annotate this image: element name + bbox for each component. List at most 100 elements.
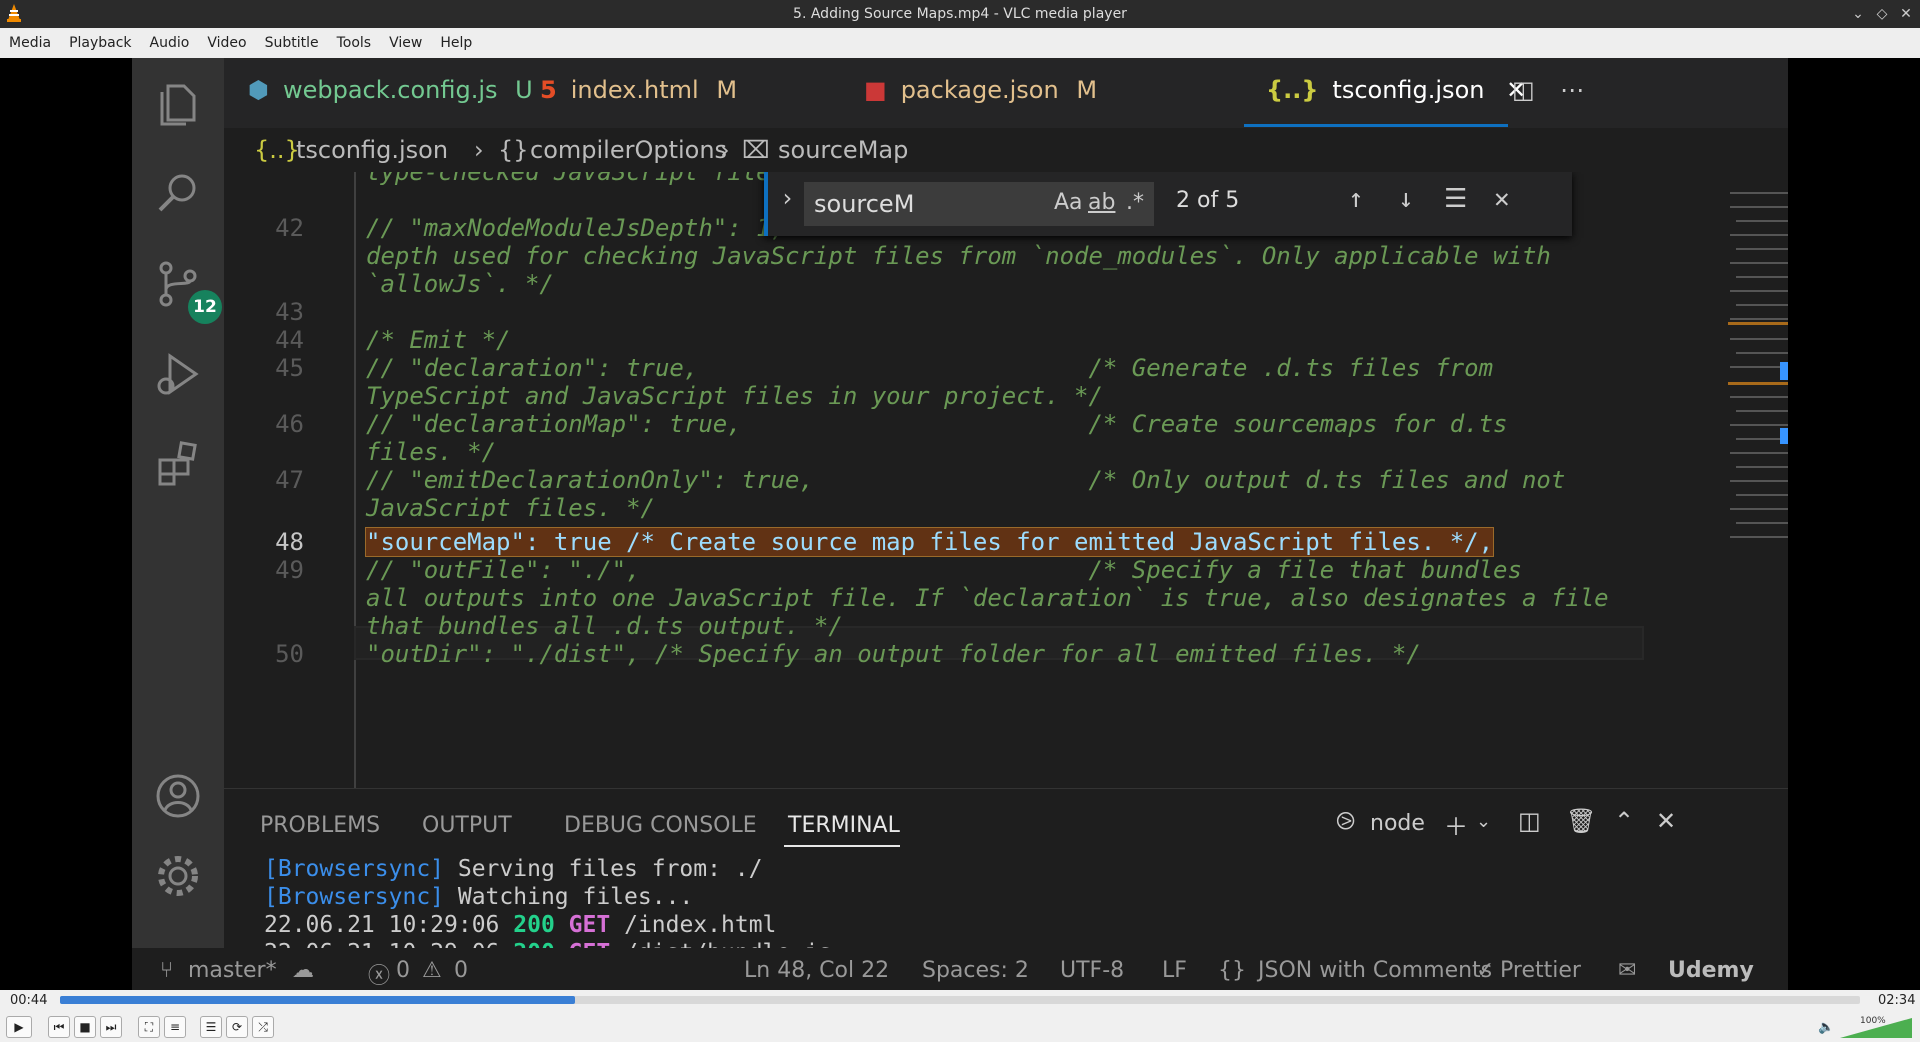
minimap[interactable]	[1724, 182, 1788, 622]
restore-icon[interactable]: ◇	[1872, 4, 1892, 24]
toggle-replace-icon[interactable]: ›	[780, 184, 794, 212]
code-editor[interactable]: type-checked JavaScript file 42 // "maxN…	[224, 172, 1788, 788]
maximize-panel-icon[interactable]: ⌃	[1614, 807, 1634, 835]
find-in-selection-icon[interactable]: ☰	[1444, 184, 1467, 214]
line-number: 42	[275, 214, 304, 242]
branch-name[interactable]: master*	[188, 958, 277, 983]
menu-tools[interactable]: Tools	[328, 28, 381, 58]
tab-status: U	[515, 76, 533, 104]
new-terminal-icon[interactable]: ＋	[1444, 807, 1468, 842]
tab-label: index.html	[570, 76, 699, 104]
tab-status: M	[1076, 76, 1098, 104]
line-number: 46	[275, 410, 304, 438]
encoding[interactable]: UTF-8	[1060, 958, 1124, 983]
explorer-icon[interactable]	[152, 78, 204, 130]
tab-problems[interactable]: PROBLEMS	[260, 813, 380, 838]
menu-video[interactable]: Video	[198, 28, 255, 58]
sync-icon[interactable]: ☁	[292, 958, 314, 983]
manage-gear-icon[interactable]	[152, 850, 204, 902]
log-date: 22.06.21 10:29:06	[264, 912, 500, 938]
minimize-icon[interactable]: ⌄	[1848, 4, 1868, 24]
error-count[interactable]: 0	[396, 958, 410, 983]
fullscreen-icon[interactable]: ⛶	[138, 1016, 160, 1038]
shuffle-icon[interactable]: ⤮	[252, 1016, 274, 1038]
breadcrumb: {..} tsconfig.json › {} compilerOptions …	[224, 128, 1788, 172]
tab-package-json[interactable]: ■ package.json M	[864, 76, 1097, 104]
tab-output[interactable]: OUTPUT	[422, 813, 512, 838]
tab-webpack-config[interactable]: ⬢ webpack.config.js U	[248, 76, 533, 104]
chevron-right-icon: ›	[720, 136, 730, 164]
whole-word-button[interactable]: ab	[1088, 190, 1115, 215]
vscode-window: 12 ⬢ webpack.config.js U 5 index.html M …	[132, 58, 1788, 990]
warning-icon: ⚠	[422, 958, 442, 983]
breadcrumb-sourcemap[interactable]: sourceMap	[778, 136, 908, 164]
split-terminal-icon[interactable]: ◫	[1518, 807, 1541, 835]
search-icon[interactable]	[152, 168, 204, 220]
code-line: // "declarationMap": true, /* Create sou…	[366, 410, 1508, 438]
menu-audio[interactable]: Audio	[141, 28, 199, 58]
warning-count[interactable]: 0	[454, 958, 468, 983]
video-area[interactable]: 12 ⬢ webpack.config.js U 5 index.html M …	[0, 58, 1920, 990]
kill-terminal-icon[interactable]: 🗑	[1566, 807, 1596, 835]
indentation[interactable]: Spaces: 2	[922, 958, 1029, 983]
speaker-icon[interactable]: 🔈	[1818, 1020, 1834, 1035]
stop-icon[interactable]: ■	[74, 1016, 96, 1038]
more-actions-icon[interactable]: ⋯	[1560, 76, 1584, 104]
find-widget: › sourceM Aa ab .* 2 of 5 ↑ ↓ ☰ ✕	[764, 172, 1572, 236]
html-file-icon: 5	[540, 76, 557, 104]
property-icon: ⌧	[742, 136, 770, 164]
accounts-icon[interactable]	[152, 770, 204, 822]
extensions-icon[interactable]	[152, 438, 204, 490]
tab-tsconfig-json[interactable]: {..} tsconfig.json ✕	[1266, 76, 1526, 104]
breadcrumb-compileroptions[interactable]: compilerOptions	[530, 136, 727, 164]
play-icon[interactable]: ▶	[6, 1016, 32, 1038]
close-panel-icon[interactable]: ✕	[1656, 807, 1676, 835]
terminal-dropdown-icon[interactable]: ⌄	[1476, 811, 1491, 832]
menu-media[interactable]: Media	[0, 28, 60, 58]
npm-file-icon: ■	[864, 76, 887, 104]
menu-playback[interactable]: Playback	[60, 28, 140, 58]
volume-level: 100%	[1860, 1016, 1886, 1026]
code-line: "outDir": "./dist", /* Specify an output…	[366, 640, 1421, 668]
cursor-position[interactable]: Ln 48, Col 22	[744, 958, 889, 983]
terminal-name[interactable]: node	[1370, 811, 1425, 836]
close-find-icon[interactable]: ✕	[1494, 184, 1510, 214]
code-line: type-checked JavaScript file	[366, 172, 771, 186]
language-mode[interactable]: JSON with Comments	[1258, 958, 1492, 983]
extended-settings-icon[interactable]: ≡	[164, 1016, 186, 1038]
close-window-icon[interactable]: ✕	[1896, 4, 1916, 24]
loop-icon[interactable]: ⟳	[226, 1016, 248, 1038]
code-line: // "emitDeclarationOnly": true, /* Only …	[366, 466, 1566, 494]
run-debug-icon[interactable]	[152, 348, 204, 400]
tab-index-html[interactable]: 5 index.html M	[540, 76, 737, 104]
prettier-status[interactable]: Prettier	[1500, 958, 1581, 983]
split-editor-icon[interactable]: ◫	[1512, 76, 1535, 104]
end-of-line[interactable]: LF	[1162, 958, 1187, 983]
source-control-badge: 12	[188, 290, 222, 324]
menu-subtitle[interactable]: Subtitle	[256, 28, 328, 58]
breadcrumb-file[interactable]: tsconfig.json	[296, 136, 448, 164]
status-code: 200	[513, 912, 555, 938]
terminal-line: Serving files from: ./	[444, 856, 763, 882]
match-case-button[interactable]: Aa	[1054, 190, 1083, 215]
webpack-file-icon: ⬢	[248, 76, 269, 104]
playlist-icon[interactable]: ☰	[200, 1016, 222, 1038]
code-line: depth used for checking JavaScript files…	[366, 242, 1551, 270]
feedback-icon[interactable]: ✉	[1618, 958, 1636, 983]
next-icon[interactable]: ⏭	[100, 1016, 122, 1038]
line-number: 50	[275, 640, 304, 668]
tab-terminal[interactable]: TERMINAL	[788, 813, 900, 838]
source-control-icon[interactable]: 12	[152, 258, 222, 324]
menu-view[interactable]: View	[380, 28, 431, 58]
tab-debug-console[interactable]: DEBUG CONSOLE	[564, 813, 757, 838]
previous-match-icon[interactable]: ↑	[1348, 184, 1364, 214]
volume-slider[interactable]: 100%	[1840, 1016, 1912, 1038]
next-match-icon[interactable]: ↓	[1398, 184, 1414, 214]
elapsed-time: 00:44	[10, 993, 48, 1008]
regex-button[interactable]: .*	[1126, 190, 1144, 215]
menu-help[interactable]: Help	[431, 28, 481, 58]
previous-icon[interactable]: ⏮	[48, 1016, 70, 1038]
tab-label: tsconfig.json	[1332, 76, 1485, 104]
code-line: that bundles all .d.ts output. */	[366, 612, 843, 640]
seek-bar[interactable]	[60, 996, 1860, 1004]
